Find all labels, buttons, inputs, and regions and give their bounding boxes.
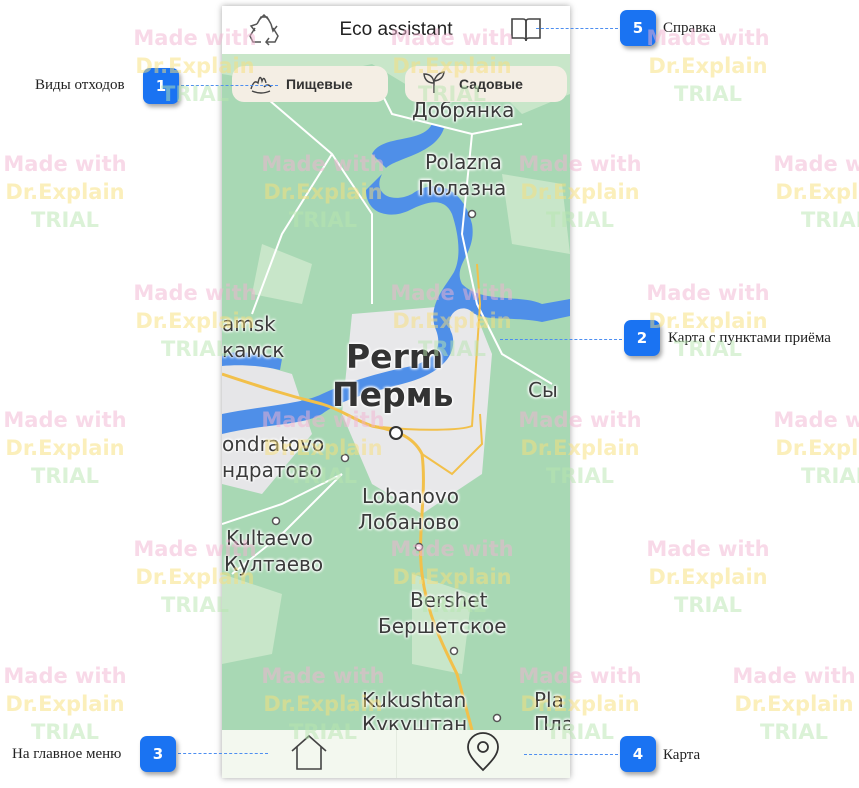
- watermark: Made withDr.ExplainTRIAL: [3, 408, 127, 488]
- watermark: Made withDr.ExplainTRIAL: [3, 152, 127, 232]
- watermark: Made withDr.ExplainTRIAL: [773, 152, 859, 232]
- map-label-amsk-en: amsk: [222, 312, 276, 336]
- map-label-lobanovo-en: Lobanovo: [362, 484, 459, 508]
- map-label-amsk-ru: камск: [222, 338, 285, 362]
- callout-waste-types: Виды отходов: [35, 77, 125, 93]
- app-header: Eco assistant: [222, 6, 570, 54]
- map-label-pla-ru: Пла: [534, 712, 570, 730]
- filter-food-waste[interactable]: Пищевые: [232, 66, 388, 102]
- map-label-kondratovo-en: ondratovo: [222, 432, 325, 456]
- plant-icon: [421, 69, 447, 100]
- map-label-polazna-en: Polazna: [425, 150, 502, 174]
- watermark: Made withDr.ExplainTRIAL: [773, 408, 859, 488]
- callout-badge-3: 3: [140, 736, 176, 772]
- callout-badge-5: 5: [620, 10, 656, 46]
- map-label-lobanovo-ru: Лобаново: [358, 510, 460, 534]
- map-label-kultaevo-en: Kultaevo: [226, 526, 313, 550]
- map-view[interactable]: Добрянка Polazna Полазна amsk камск Perm…: [222, 54, 570, 730]
- home-nav-button[interactable]: [222, 730, 396, 778]
- bottom-nav: [222, 730, 570, 778]
- map-label-kultaevo-ru: Култаево: [224, 552, 324, 576]
- map-label-perm-en: Perm: [346, 337, 444, 376]
- callout-leader-3: [178, 753, 268, 754]
- callout-main-menu: На главное меню: [12, 746, 122, 762]
- callout-badge-2: 2: [624, 320, 660, 356]
- food-waste-icon: [248, 69, 274, 100]
- callout-map-points: Карта с пунктами приёма: [668, 330, 831, 346]
- map-label-sy: Cы: [528, 378, 558, 402]
- callout-help: Справка: [663, 20, 716, 36]
- callout-leader-1: [181, 85, 278, 86]
- map-label-perm-ru: Пермь: [332, 375, 454, 414]
- watermark: Made withDr.ExplainTRIAL: [646, 281, 770, 361]
- map-label-kukushtan-ru: Кукуштан: [362, 712, 468, 730]
- watermark: Made withDr.ExplainTRIAL: [646, 537, 770, 617]
- filter-garden-label: Садовые: [459, 76, 523, 92]
- filter-garden-waste[interactable]: Садовые: [405, 66, 567, 102]
- map-label-kondratovo-ru: ндратово: [222, 458, 322, 482]
- phone-screen: Eco assistant Добрянка Polazna Полазна a…: [222, 6, 570, 778]
- filter-food-label: Пищевые: [286, 76, 353, 92]
- watermark: Made withDr.ExplainTRIAL: [3, 664, 127, 744]
- map-label-bershet-en: Bershet: [410, 588, 488, 612]
- map-label-kukushtan-en: Kukushtan: [362, 688, 467, 712]
- home-icon: [289, 733, 329, 776]
- app-title: Eco assistant: [339, 19, 453, 40]
- callout-leader-5: [536, 28, 618, 29]
- callout-map: Карта: [663, 747, 701, 763]
- map-label-pla-en: Pla: [534, 688, 564, 712]
- book-icon[interactable]: [508, 13, 544, 47]
- map-label-bershet-ru: Бершетское: [378, 614, 507, 638]
- callout-badge-1: 1: [143, 68, 179, 104]
- map-label-polazna-ru: Полазна: [418, 176, 507, 200]
- recycle-icon[interactable]: [246, 13, 282, 47]
- watermark: Made withDr.ExplainTRIAL: [732, 664, 856, 744]
- callout-leader-2: [500, 339, 622, 340]
- callout-badge-4: 4: [620, 736, 656, 772]
- callout-leader-4: [524, 754, 618, 755]
- map-pin-icon: [465, 731, 501, 777]
